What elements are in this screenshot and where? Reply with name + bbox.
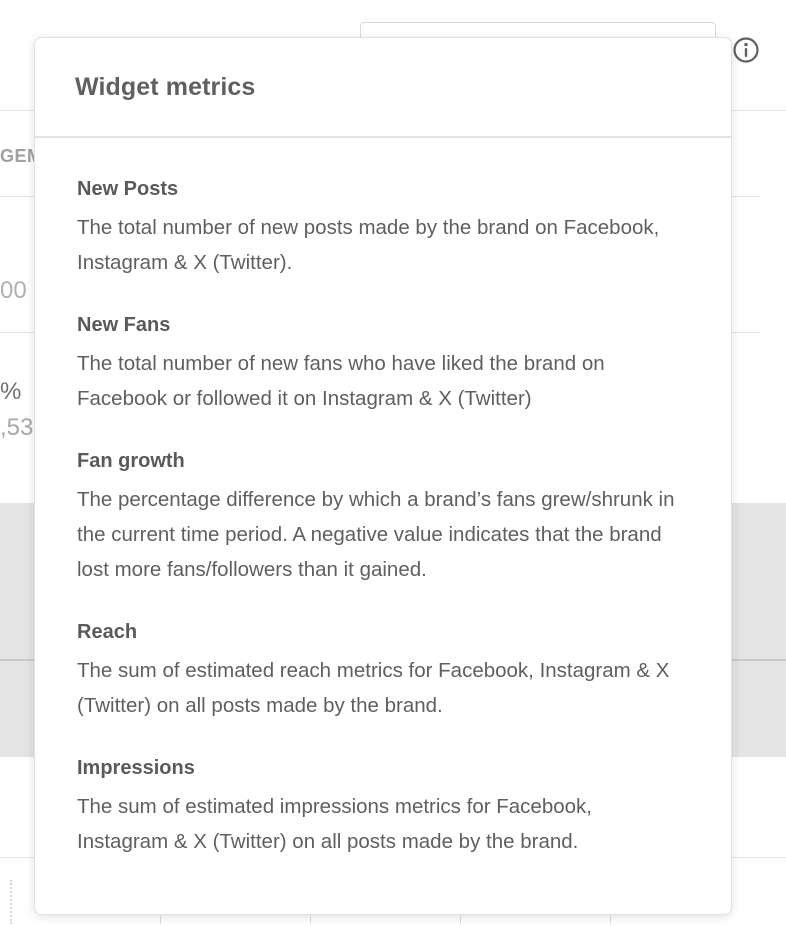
chart-gridline (10, 880, 12, 924)
metric-item: Impressions The sum of estimated impress… (77, 757, 691, 859)
widget-metrics-popover: Widget metrics New Posts The total numbe… (34, 37, 732, 915)
metric-item: Reach The sum of estimated reach metrics… (77, 621, 691, 723)
popover-title: Widget metrics (75, 73, 256, 101)
metric-description: The sum of estimated reach metrics for F… (77, 659, 670, 717)
cell-value-fragment: % (0, 378, 22, 405)
popover-header: Widget metrics (35, 38, 731, 138)
metric-description: The percentage difference by which a bra… (77, 488, 675, 581)
metric-description: The total number of new posts made by th… (77, 216, 660, 274)
metric-item: New Posts The total number of new posts … (77, 178, 691, 280)
metric-list: New Posts The total number of new posts … (35, 138, 731, 859)
metric-name: Reach (77, 621, 138, 643)
metric-name: Impressions (77, 757, 195, 779)
chart-tick (160, 916, 161, 924)
info-circle-icon[interactable] (732, 36, 760, 64)
metric-name: New Fans (77, 314, 171, 336)
metric-description: The total number of new fans who have li… (77, 352, 605, 410)
metric-name: New Posts (77, 178, 179, 200)
metric-description: The sum of estimated impressions metrics… (77, 795, 592, 853)
chart-tick (610, 916, 611, 924)
cell-value-fragment: 00 (0, 277, 27, 304)
metric-item: Fan growth The percentage difference by … (77, 450, 691, 587)
metric-item: New Fans The total number of new fans wh… (77, 314, 691, 416)
metric-name: Fan growth (77, 450, 185, 472)
cell-value-fragment: ,53 (0, 414, 34, 441)
chart-tick (310, 916, 311, 924)
chart-tick (460, 916, 461, 924)
